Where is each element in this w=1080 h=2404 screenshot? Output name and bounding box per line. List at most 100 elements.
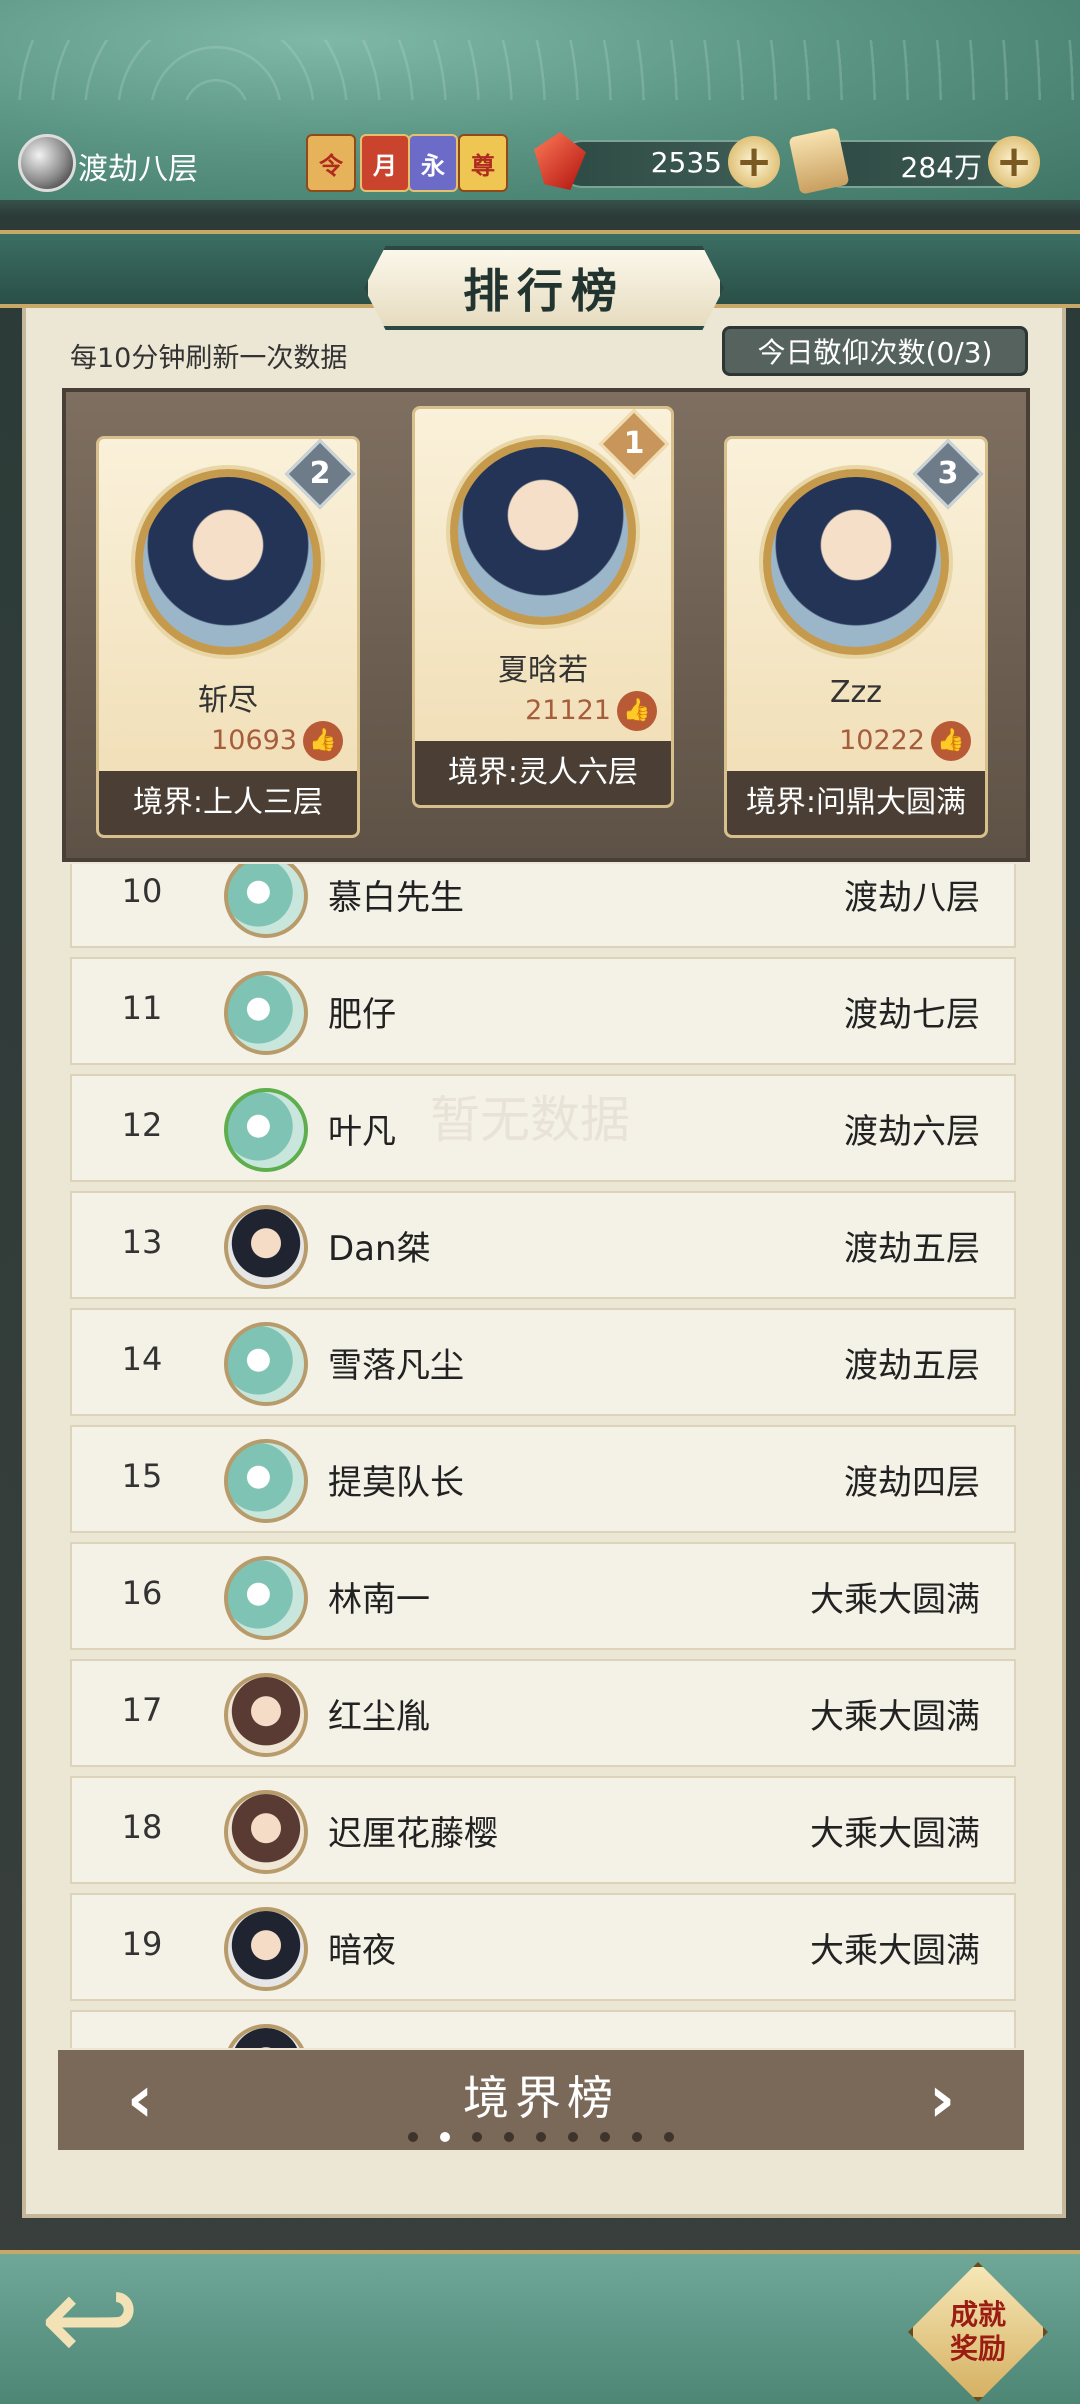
player-name: Zzz	[829, 675, 883, 710]
player-avatar[interactable]	[224, 1088, 308, 1172]
player-name: 红尘胤	[328, 1697, 430, 1737]
page-dot[interactable]	[536, 2132, 546, 2142]
player-avatar[interactable]	[224, 1556, 308, 1640]
player-realm: 境界:问鼎大圆满	[727, 771, 985, 835]
like-count: 10222	[839, 725, 925, 756]
player-realm: 大乘大圆满	[810, 1580, 980, 1620]
player-realm: 渡劫八层	[844, 878, 980, 918]
page-dot[interactable]	[600, 2132, 610, 2142]
rank-number: 10	[121, 872, 163, 910]
player-name: 慕	[328, 2040, 362, 2048]
player-avatar[interactable]	[224, 971, 308, 1055]
player-realm: 大乘大圆满	[810, 1931, 980, 1971]
page-title: 排行榜	[463, 264, 625, 318]
like-count: 10693	[211, 725, 297, 756]
list-item[interactable]: 10 慕白先生 渡劫八层	[70, 864, 1016, 948]
list-item[interactable]: 20 慕 大乘大圆满	[70, 2010, 1016, 2048]
player-avatar[interactable]	[224, 1439, 308, 1523]
yin-yang-icon[interactable]	[18, 134, 76, 192]
empty-watermark: 暂无数据	[430, 1091, 630, 1149]
list-item[interactable]: 14 雪落凡尘 渡劫五层	[70, 1308, 1016, 1416]
player-realm: 渡劫五层	[844, 1229, 980, 1269]
crystal-resource: 2535 +	[560, 136, 780, 188]
like-count: 21121	[525, 695, 611, 726]
page-dot[interactable]	[408, 2132, 418, 2142]
player-name: 提莫队长	[328, 1463, 464, 1503]
page-dot[interactable]	[664, 2132, 674, 2142]
title-plaque: 排行榜	[364, 246, 724, 330]
player-avatar[interactable]	[224, 1205, 308, 1289]
rank-number: 14	[121, 1340, 163, 1378]
podium-card-rank-3[interactable]: 3 Zzz 10222 👍 境界:问鼎大圆满	[724, 436, 988, 838]
rank-number: 16	[121, 1574, 163, 1612]
player-realm: 境界:灵人六层	[415, 741, 671, 805]
rank-number: 12	[121, 1106, 163, 1144]
podium-card-rank-1[interactable]: 1 夏晗若 21121 👍 境界:灵人六层	[412, 406, 674, 808]
player-realm: 渡劫四层	[844, 1463, 980, 1503]
thumbs-up-icon[interactable]: 👍	[931, 721, 971, 761]
rank-number: 15	[121, 1457, 163, 1495]
player-avatar[interactable]	[224, 1907, 308, 1991]
player-realm: 渡劫七层	[844, 995, 980, 1035]
respect-count-button[interactable]: 今日敬仰次数(0/3)	[722, 326, 1028, 376]
player-avatar[interactable]	[224, 2024, 308, 2048]
list-item[interactable]: 19 暗夜 大乘大圆满	[70, 1893, 1016, 2001]
rank-number: 19	[121, 1925, 163, 1963]
player-name: 慕白先生	[328, 878, 464, 918]
rank-number: 11	[121, 989, 163, 1027]
page-indicator	[58, 2132, 1024, 2142]
player-avatar[interactable]	[224, 1790, 308, 1874]
list-item[interactable]: 15 提莫队长 渡劫四层	[70, 1425, 1016, 1533]
player-name: 暗夜	[328, 1931, 396, 1971]
thumbs-up-icon[interactable]: 👍	[303, 721, 343, 761]
player-realm: 大乘大圆满	[810, 2040, 980, 2048]
next-board-arrow-icon[interactable]: ›	[912, 2068, 972, 2132]
achievement-label: 成就	[949, 2298, 1006, 2331]
add-scroll-button[interactable]: +	[988, 136, 1040, 188]
player-realm: 境界:上人三层	[99, 771, 357, 835]
list-item[interactable]: 13 Dan桀 渡劫五层	[70, 1191, 1016, 1299]
player-avatar[interactable]	[224, 1322, 308, 1406]
player-name: 夏晗若	[498, 653, 588, 688]
player-avatar[interactable]	[224, 864, 308, 938]
list-item[interactable]: 16 林南一 大乘大圆满	[70, 1542, 1016, 1650]
player-realm: 渡劫五层	[844, 1346, 980, 1386]
scroll-count: 284万	[900, 151, 982, 184]
permanent-card-badge-icon[interactable]: 永	[408, 134, 458, 192]
page-dot[interactable]	[440, 2132, 450, 2142]
player-realm: 大乘大圆满	[810, 1814, 980, 1854]
player-realm: 渡劫六层	[844, 1112, 980, 1152]
thumbs-up-icon[interactable]: 👍	[617, 691, 657, 731]
player-portrait	[450, 439, 636, 625]
page-dot[interactable]	[504, 2132, 514, 2142]
player-name: 肥仔	[328, 995, 396, 1035]
ranking-list[interactable]: 10 慕白先生 渡劫八层 11 肥仔 渡劫七层 12 叶凡 渡劫六层 13 Dan桀 渡劫五层 14 雪落…	[60, 864, 1026, 2048]
vip-badge-icon[interactable]: 尊	[458, 134, 508, 192]
leaderboard-switcher: ‹ 境界榜 ›	[58, 2050, 1024, 2150]
rank-number: 13	[121, 1223, 163, 1261]
page-dot[interactable]	[568, 2132, 578, 2142]
player-name: 林南一	[328, 1580, 430, 1620]
player-name: Dan桀	[328, 1229, 431, 1269]
scroll-resource: 284万 +	[820, 136, 1040, 188]
back-arrow-icon[interactable]: ↩	[40, 2255, 230, 2385]
month-card-badge-icon[interactable]: 月	[360, 134, 410, 192]
list-item[interactable]: 17 红尘胤 大乘大圆满	[70, 1659, 1016, 1767]
rank-number: 20	[112, 2042, 172, 2048]
page-dot[interactable]	[472, 2132, 482, 2142]
player-avatar[interactable]	[224, 1673, 308, 1757]
player-realm: 渡劫八层	[78, 152, 198, 187]
rank-number: 18	[121, 1808, 163, 1846]
ling-badge-icon[interactable]: 令	[306, 134, 356, 192]
page-dot[interactable]	[632, 2132, 642, 2142]
player-portrait	[135, 469, 321, 655]
player-name: 迟厘花藤樱	[328, 1814, 498, 1854]
rank-number: 17	[121, 1691, 163, 1729]
reward-label: 奖励	[949, 2332, 1006, 2365]
list-item[interactable]: 11 肥仔 渡劫七层	[70, 957, 1016, 1065]
crystal-count: 2535	[650, 146, 722, 179]
podium-card-rank-2[interactable]: 2 斩尽 10693 👍 境界:上人三层	[96, 436, 360, 838]
board-name: 境界榜	[463, 2071, 619, 2125]
add-crystal-button[interactable]: +	[728, 136, 780, 188]
list-item[interactable]: 18 迟厘花藤樱 大乘大圆满	[70, 1776, 1016, 1884]
